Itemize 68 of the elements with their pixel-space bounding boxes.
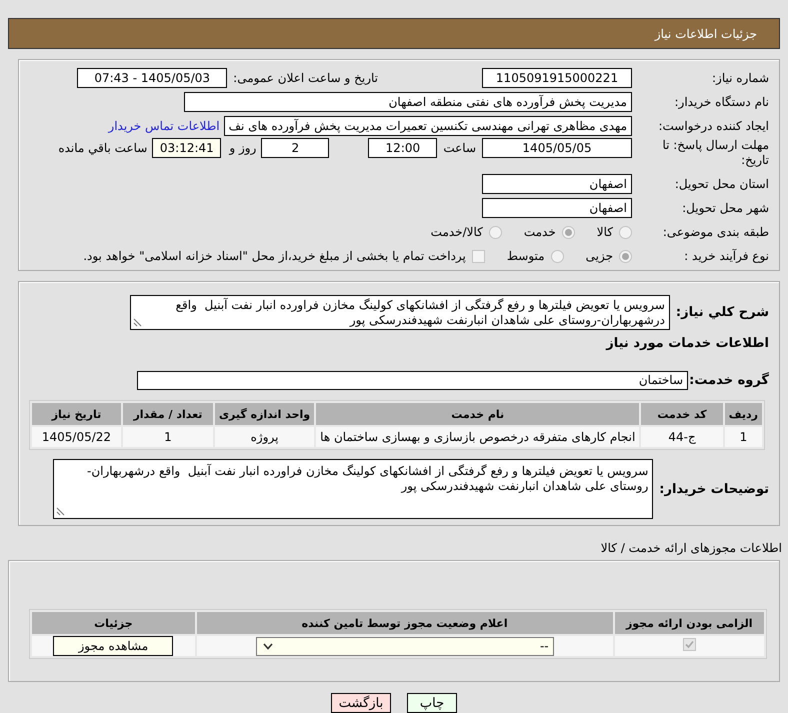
requester-field[interactable]: مهدی مظاهری تهرانی مهندسی تکنسین تعمیرات مدیریت پخش فرآورده های نف <box>224 116 632 136</box>
field-label: نام دستگاه خریدار: <box>674 95 770 109</box>
days-field[interactable]: 2 <box>261 138 330 158</box>
required-checkbox[interactable] <box>682 638 696 651</box>
radio-button[interactable] <box>488 226 502 238</box>
chevron-down-icon[interactable] <box>262 642 273 650</box>
field-label: نوع فرآیند خرید : <box>683 249 770 263</box>
field-label: ساعت باقي مانده <box>58 140 148 157</box>
page-title: جزئیات اطلاعات نیاز <box>8 18 780 49</box>
radio-button[interactable] <box>619 250 632 262</box>
field-label: ایجاد کننده درخواست: <box>657 119 770 133</box>
field-label: ساعت <box>443 140 476 157</box>
field-label: توضیحات خریدار: <box>659 482 770 496</box>
print-button[interactable]: چاپ <box>407 693 457 713</box>
announcement-field[interactable]: 1405/05/03 - 07:43 <box>77 68 228 88</box>
column-header: ردیف <box>724 403 762 425</box>
dropdown-value: -- <box>540 639 549 653</box>
option-label: خدمت <box>524 225 556 239</box>
field-label: شرح کلي نیاز: <box>676 304 770 320</box>
column-header: تعداد / مقدار <box>122 403 213 425</box>
column-header: نام خدمت <box>316 403 640 425</box>
table-cell: ج-44 <box>641 427 723 447</box>
table-cell: 1 <box>122 427 213 447</box>
section-heading: اطلاعات مجوزهای ارائه خدمت / کالا <box>600 541 782 557</box>
radio-button[interactable] <box>550 250 564 262</box>
column-header: الزامی بودن ارائه مجوز <box>614 612 764 634</box>
option-label: متوسط <box>506 249 545 263</box>
need-number-field[interactable]: 1105091915000221 <box>482 68 632 88</box>
column-header: تاریخ نیاز <box>32 403 121 425</box>
time-field[interactable]: 12:00 <box>368 138 438 158</box>
field-label: مهلت ارسال پاسخ: تا تاریخ: <box>661 138 770 168</box>
status-dropdown[interactable]: -- <box>256 636 554 656</box>
option-label: کالا <box>596 225 613 239</box>
radio-button[interactable] <box>619 226 632 238</box>
buyer-org-field[interactable]: مدیریت پخش فرآورده های نفتی منطقه اصفهان <box>184 92 632 112</box>
table-cell: 1405/05/22 <box>32 427 121 447</box>
field-label: استان محل تحویل: <box>674 177 770 191</box>
back-button[interactable]: بازگشت <box>331 693 391 713</box>
column-header: واحد اندازه گیری <box>214 403 314 425</box>
column-header: جزئیات <box>32 612 195 634</box>
province-field[interactable]: اصفهان <box>482 174 632 194</box>
field-label: طبقه بندی موضوعی: <box>662 225 770 239</box>
resize-grip-icon[interactable] <box>132 318 142 326</box>
remaining-time-field[interactable]: 03:12:41 <box>152 138 222 158</box>
resize-grip-icon[interactable] <box>56 507 66 516</box>
table-cell: 1 <box>724 427 762 447</box>
section-heading: اطلاعات خدمات مورد نیاز <box>604 336 769 353</box>
field-label: شهر محل تحویل: <box>681 201 770 215</box>
table-cell: پروژه <box>214 427 314 447</box>
column-header: اعلام وضعیت مجوز توسط تامین کننده <box>196 612 613 634</box>
option-label: پرداخت تمام یا بخشی از مبلغ خرید،از محل "اسناد خزانه اسلامی" خواهد بود. <box>83 249 466 263</box>
service-group-field[interactable]: ساختمان <box>137 370 688 390</box>
date-field[interactable]: 1405/05/05 <box>482 138 632 158</box>
field-label: روز و <box>229 140 256 157</box>
option-label: جزیی <box>586 249 613 263</box>
column-header: کد خدمت <box>641 403 723 425</box>
description-field[interactable]: سرویس یا تعویض فیلترها و رفع گرفتگی از افشانکهای کولینگ مخازن فراورده انبار نفت آبنیل واقع درشهربهاران-روستای علی شاهدان انبارنفت شهیدفندرسکی پور <box>130 294 670 330</box>
treasury-checkbox[interactable] <box>472 250 485 262</box>
option-label: کالا/خدمت <box>430 225 483 239</box>
radio-button[interactable] <box>562 226 575 238</box>
city-field[interactable]: اصفهان <box>482 198 632 218</box>
field-label: گروه خدمت: <box>688 372 770 388</box>
field-label: شماره نیاز: <box>711 71 770 85</box>
field-label: تاریخ و ساعت اعلان عمومی: <box>233 71 378 85</box>
notes-field[interactable]: سرویس یا تعویض فیلترها و رفع گرفتگی از افشانکهای کولینگ مخازن فراورده انبار نفت آبنیل واقع درشهربهاران-روستای علی شاهدان انبارنفت شهیدفندرسکی پور <box>53 459 654 519</box>
view-permit-button[interactable]: مشاهده مجوز <box>53 636 174 656</box>
table-cell: انجام کارهای متفرقه درخصوص بازسازی و بهسازی ساختمان ها <box>316 427 640 447</box>
contact-link[interactable]: اطلاعات تماس خریدار <box>108 119 220 133</box>
